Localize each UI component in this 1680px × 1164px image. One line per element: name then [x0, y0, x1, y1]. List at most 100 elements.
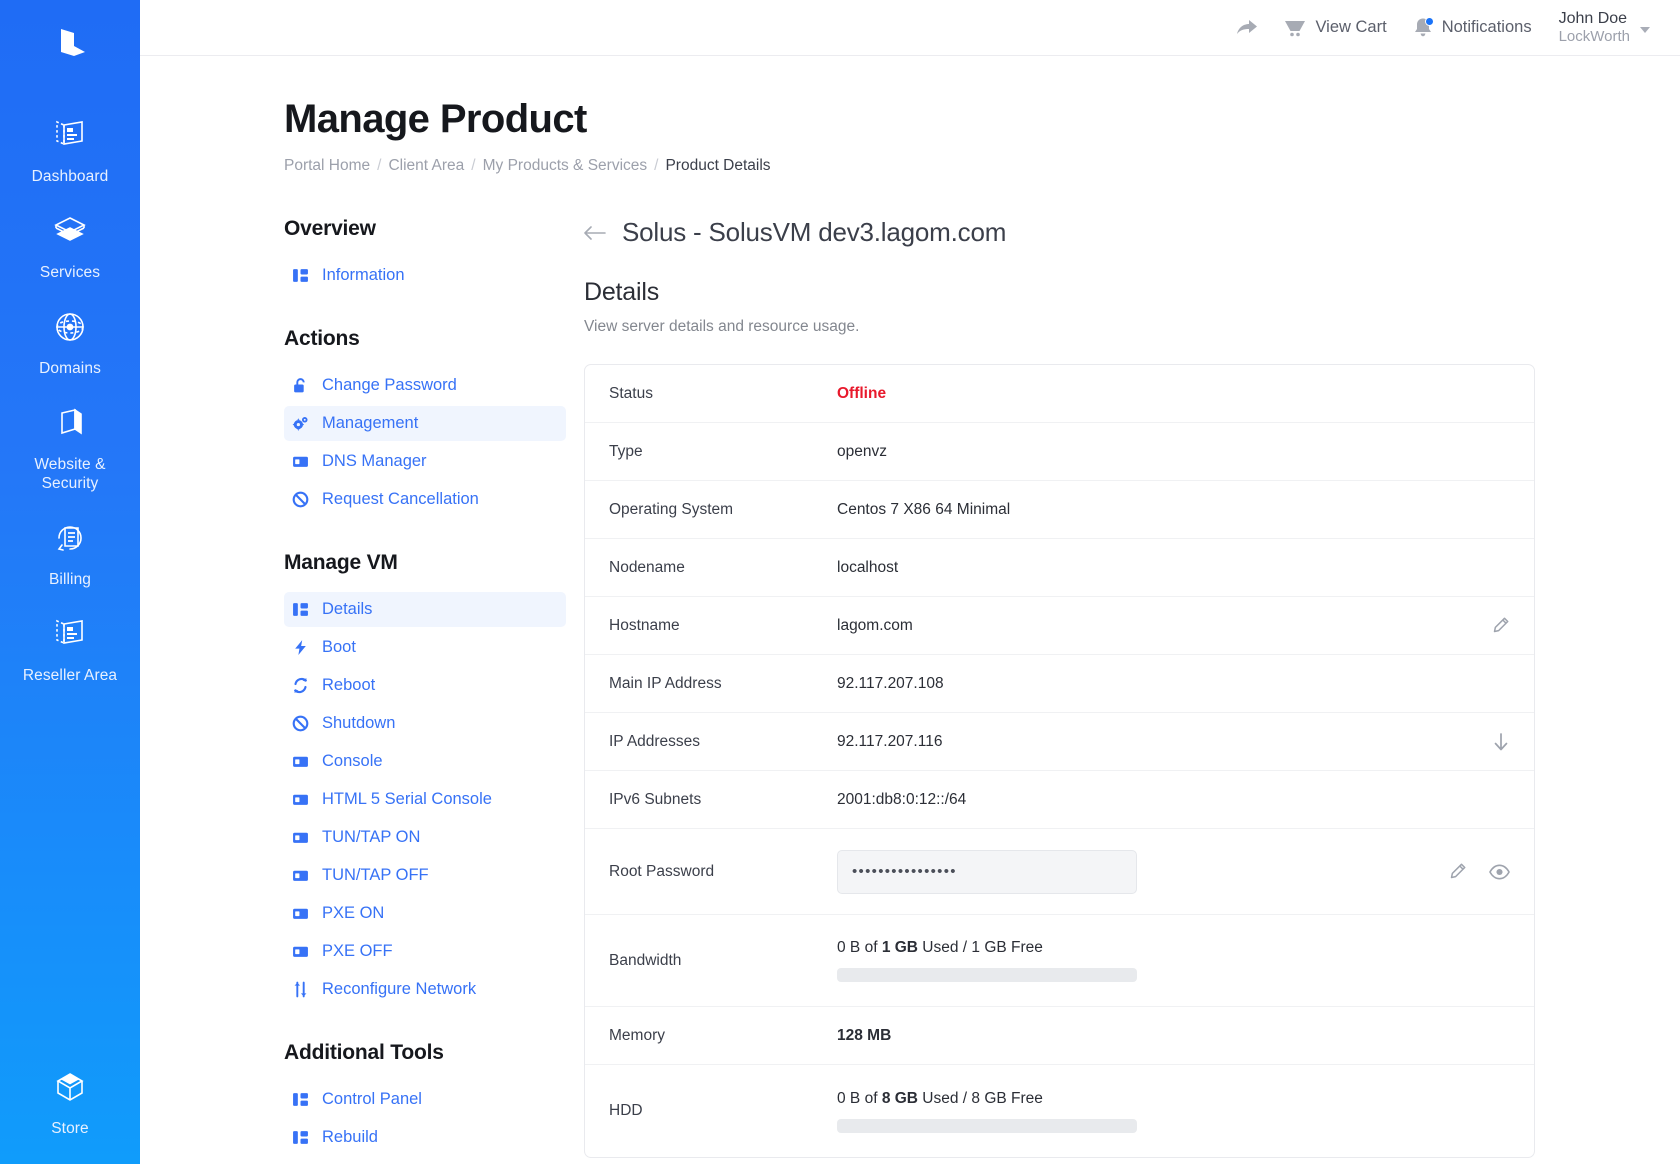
- sidebar-item-label: Website & Security: [34, 456, 106, 492]
- nav-group-title: Overview: [284, 217, 376, 240]
- sidebar-item-reseller-area[interactable]: Reseller Area: [0, 601, 140, 697]
- detail-row: Main IP Address 92.117.207.108: [585, 655, 1534, 713]
- nav-item-label: Management: [322, 414, 419, 432]
- nav-item-label: Console: [322, 752, 383, 770]
- nav-item-request-cancellation[interactable]: Request Cancellation: [284, 482, 566, 517]
- nav-group: Manage VM Details Boot Reboot Shutdown Co…: [284, 551, 566, 1007]
- sidebar-item-dashboard[interactable]: Dashboard: [0, 102, 140, 198]
- nav-item-change-password[interactable]: Change Password: [284, 368, 566, 403]
- nav-item-pxe-on[interactable]: PXE ON: [284, 896, 566, 931]
- notifications-button[interactable]: Notifications: [1400, 0, 1545, 56]
- breadcrumb-item[interactable]: Portal Home: [284, 157, 370, 175]
- nav-item-tun-tap-off[interactable]: TUN/TAP OFF: [284, 858, 566, 893]
- nav-item-control-panel[interactable]: Control Panel: [284, 1082, 566, 1117]
- breadcrumb-separator: /: [377, 157, 382, 174]
- nav-item-details[interactable]: Details: [284, 592, 566, 627]
- notification-badge: [1424, 17, 1434, 26]
- detail-row-value: ••••••••••••••••: [837, 849, 1436, 894]
- page-title: Manage Product: [284, 97, 587, 141]
- nav-item-pxe-off[interactable]: PXE OFF: [284, 934, 566, 969]
- detail-row-value: Centos 7 X86 64 Minimal: [837, 500, 1011, 518]
- detail-row-value: lagom.com: [837, 616, 913, 634]
- user-menu[interactable]: John Doe LockWorth: [1545, 9, 1650, 46]
- page-body: Manage Product Portal Home / Client Area…: [140, 56, 1680, 1164]
- nav-group: Actions Change Password Management DNS M…: [284, 327, 566, 517]
- root-password-field[interactable]: ••••••••••••••••: [837, 849, 1137, 894]
- chevron-down-icon[interactable]: [1640, 26, 1650, 33]
- detail-row-label: Main IP Address: [609, 674, 722, 692]
- nav-item-information[interactable]: Information: [284, 258, 566, 293]
- detail-row-label: IPv6 Subnets: [609, 790, 702, 808]
- details-subtitle: View server details and resource usage.: [584, 318, 860, 335]
- detail-row-label: Nodename: [609, 558, 685, 576]
- layout-columns-icon: [292, 1129, 309, 1146]
- window-icon: [292, 943, 309, 960]
- window-icon: [292, 453, 309, 470]
- detail-row: Memory 128 MB: [585, 1007, 1534, 1065]
- window-icon: [292, 905, 309, 922]
- meter-bar: [837, 968, 1137, 982]
- nav-item-management[interactable]: Management: [284, 406, 566, 441]
- detail-row: IPv6 Subnets 2001:db8:0:12::/64: [585, 771, 1534, 829]
- nav-item-label: HTML 5 Serial Console: [322, 790, 492, 808]
- nav-item-label: Rebuild: [322, 1128, 378, 1146]
- nav-item-label: DNS Manager: [322, 452, 427, 470]
- page-header: Manage Product Portal Home / Client Area…: [140, 96, 1680, 175]
- content-area: Overview Information Actions Change Passw…: [140, 217, 1680, 1164]
- top-bar: View Cart Notifications John Doe LockWor…: [140, 0, 1680, 56]
- breadcrumb-separator: /: [654, 157, 659, 174]
- sidebar-item-billing[interactable]: Billing: [0, 505, 140, 601]
- nav-item-dns-manager[interactable]: DNS Manager: [284, 444, 566, 479]
- detail-row-value: 92.117.207.116: [837, 732, 943, 750]
- lagom-logo-icon[interactable]: [35, 14, 105, 76]
- arrow-down-icon[interactable]: [1492, 732, 1510, 752]
- nav-item-label: PXE ON: [322, 904, 385, 922]
- detail-row: Nodename localhost: [585, 539, 1534, 597]
- eye-icon[interactable]: [1489, 864, 1510, 880]
- sidebar-item-label: Dashboard: [31, 168, 109, 185]
- sidebar-item-services[interactable]: Services: [0, 198, 140, 294]
- pencil-icon[interactable]: [1448, 862, 1467, 881]
- details-card: Status Offline Type openvz Operating System C…: [584, 364, 1535, 1158]
- detail-row-label: Operating System: [609, 500, 734, 518]
- primary-sidebar: Dashboard Services Domains Website & Sec…: [0, 0, 140, 1164]
- breadcrumb-item[interactable]: Client Area: [388, 157, 464, 175]
- sidebar-item-store[interactable]: Store: [0, 1054, 140, 1164]
- view-cart-button[interactable]: View Cart: [1271, 0, 1399, 56]
- meter-label: 0 B of 1 GB Used / 1 GB Free: [837, 939, 1043, 956]
- bolt-icon: [292, 639, 309, 656]
- server-title: Solus - SolusVM dev3.lagom.com: [622, 217, 1007, 247]
- user-name: John Doe: [1558, 10, 1628, 27]
- sidebar-item-domains[interactable]: Domains: [0, 294, 140, 390]
- breadcrumb-item[interactable]: My Products & Services: [483, 157, 648, 175]
- nav-item-reboot[interactable]: Reboot: [284, 668, 566, 703]
- pencil-icon[interactable]: [1491, 616, 1510, 635]
- detail-row: Root Password ••••••••••••••••: [585, 829, 1534, 915]
- detail-row: HDD 0 B of 8 GB Used / 8 GB Free: [585, 1065, 1534, 1157]
- nav-item-label: Information: [322, 266, 405, 284]
- arrow-left-icon[interactable]: [584, 225, 606, 241]
- globe-icon: [47, 304, 93, 350]
- nav-item-label: TUN/TAP ON: [322, 828, 421, 846]
- nav-item-label: Reboot: [322, 676, 376, 694]
- nav-item-reconfigure-network[interactable]: Reconfigure Network: [284, 972, 566, 1007]
- detail-row-label: Status: [609, 384, 653, 402]
- nav-item-console[interactable]: Console: [284, 744, 566, 779]
- nav-item-shutdown[interactable]: Shutdown: [284, 706, 566, 741]
- refresh-icon: [292, 677, 309, 694]
- breadcrumb-separator: /: [471, 157, 476, 174]
- share-button[interactable]: [1223, 0, 1271, 56]
- detail-row: Operating System Centos 7 X86 64 Minimal: [585, 481, 1534, 539]
- nav-item-tun-tap-on[interactable]: TUN/TAP ON: [284, 820, 566, 855]
- server-title-row: Solus - SolusVM dev3.lagom.com: [584, 217, 1535, 248]
- nav-item-rebuild[interactable]: Rebuild: [284, 1120, 566, 1155]
- detail-row-value: Offline: [837, 384, 887, 402]
- sidebar-item-label: Billing: [48, 571, 92, 588]
- detail-row-label: Bandwidth: [609, 951, 682, 969]
- detail-row-label: HDD: [609, 1102, 643, 1119]
- layout-columns-icon: [292, 601, 309, 618]
- nav-item-html-5-serial-console[interactable]: HTML 5 Serial Console: [284, 782, 566, 817]
- sidebar-item-website-security[interactable]: Website & Security: [0, 390, 140, 505]
- nav-item-boot[interactable]: Boot: [284, 630, 566, 665]
- detail-row: IP Addresses 92.117.207.116: [585, 713, 1534, 771]
